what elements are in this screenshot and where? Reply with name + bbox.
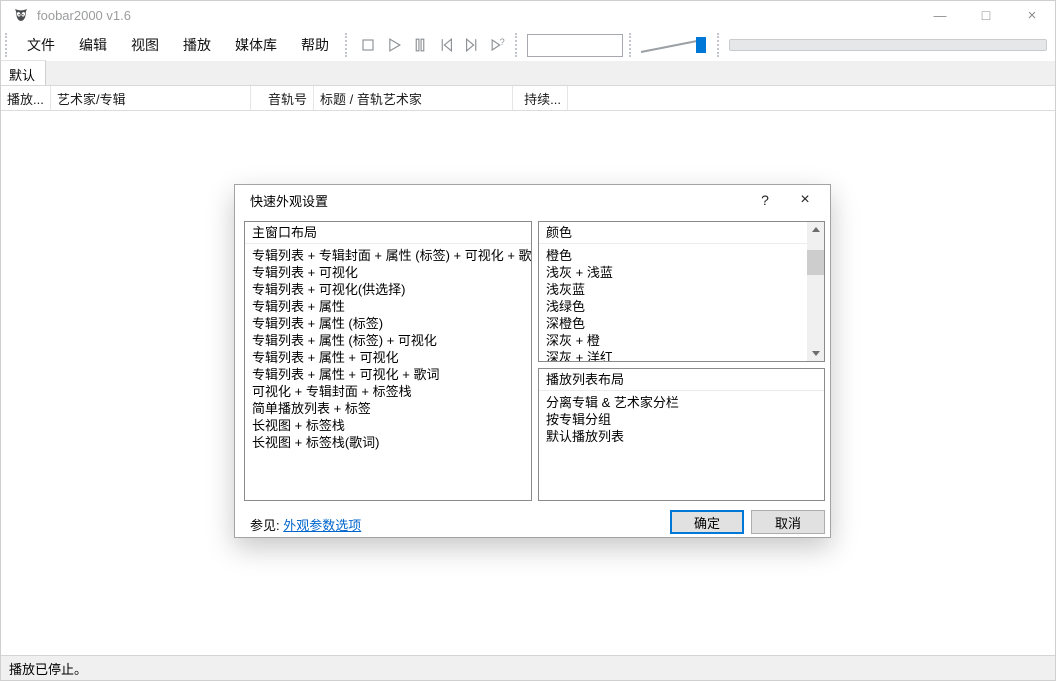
seekbar-drag-handle[interactable] bbox=[717, 33, 721, 57]
menu-view[interactable]: 视图 bbox=[119, 30, 171, 60]
random-icon: ? bbox=[491, 37, 505, 52]
color-scheme-content: 颜色 橙色 浅灰 + 浅蓝 浅灰蓝 浅绿色 深橙色 深灰 + 橙 深灰 + 洋红 bbox=[539, 222, 807, 361]
list-item[interactable]: 深灰 + 洋红 bbox=[539, 349, 807, 361]
dialog-help-button[interactable]: ? bbox=[745, 185, 785, 215]
close-button[interactable]: × bbox=[1009, 1, 1055, 29]
volume-slider-handle bbox=[696, 37, 706, 53]
list-item[interactable]: 专辑列表 + 属性 (标签) + 可视化 bbox=[245, 332, 531, 349]
list-item[interactable]: 长视图 + 标签栈(歌词) bbox=[245, 434, 531, 451]
playlist-layout-header: 播放列表布局 bbox=[539, 369, 824, 391]
color-scheme-header: 颜色 bbox=[539, 222, 807, 244]
list-item[interactable]: 浅灰 + 浅蓝 bbox=[539, 264, 807, 281]
color-scheme-listbox[interactable]: 颜色 橙色 浅灰 + 浅蓝 浅灰蓝 浅绿色 深橙色 深灰 + 橙 深灰 + 洋红 bbox=[538, 221, 825, 362]
play-icon bbox=[389, 38, 401, 52]
list-item[interactable]: 浅绿色 bbox=[539, 298, 807, 315]
svg-text:?: ? bbox=[500, 37, 505, 47]
list-item[interactable]: 专辑列表 + 可视化 bbox=[245, 264, 531, 281]
window-title: foobar2000 v1.6 bbox=[37, 7, 131, 23]
see-also-label: 参见: bbox=[250, 518, 280, 533]
volume-drag-handle[interactable] bbox=[629, 33, 633, 57]
column-track-number[interactable]: 音轨号 bbox=[251, 86, 314, 110]
dialog-close-icon: × bbox=[800, 191, 810, 208]
help-icon: ? bbox=[761, 192, 769, 208]
seekbar[interactable] bbox=[729, 39, 1047, 51]
dialog-title: 快速外观设置 bbox=[250, 193, 329, 209]
ok-button[interactable]: 确定 bbox=[670, 510, 744, 534]
minimize-button[interactable]: — bbox=[917, 1, 963, 29]
scroll-down-icon bbox=[811, 351, 820, 356]
list-item[interactable]: 专辑列表 + 属性 + 可视化 + 歌词 bbox=[245, 366, 531, 383]
list-item[interactable]: 可视化 + 专辑封面 + 标签栈 bbox=[245, 383, 531, 400]
close-icon: × bbox=[1027, 6, 1037, 24]
list-item[interactable]: 专辑列表 + 属性 + 可视化 bbox=[245, 349, 531, 366]
scroll-up-icon bbox=[811, 227, 820, 232]
next-button[interactable] bbox=[459, 32, 485, 58]
column-title-artist[interactable]: 标题 / 音轨艺术家 bbox=[314, 86, 513, 110]
dialog-title-bar: 快速外观设置 ? × bbox=[235, 185, 830, 215]
scrollbar-thumb[interactable] bbox=[807, 250, 824, 275]
list-item[interactable]: 浅灰蓝 bbox=[539, 281, 807, 298]
scroll-up-button[interactable] bbox=[807, 222, 824, 237]
menu-bar: 文件 编辑 视图 播放 媒体库 帮助 bbox=[15, 30, 341, 60]
status-text: 播放已停止。 bbox=[9, 661, 88, 677]
cancel-button[interactable]: 取消 bbox=[751, 510, 825, 534]
previous-icon bbox=[441, 37, 452, 53]
appearance-preferences-link[interactable]: 外观参数选项 bbox=[283, 518, 361, 533]
menu-help[interactable]: 帮助 bbox=[289, 30, 341, 60]
random-button[interactable]: ? bbox=[485, 32, 511, 58]
previous-button[interactable] bbox=[433, 32, 459, 58]
playback-drag-handle[interactable] bbox=[345, 33, 349, 57]
search-drag-handle[interactable] bbox=[515, 33, 519, 57]
main-window: foobar2000 v1.6 — □ × 文件 编辑 视图 播放 媒体库 帮助 bbox=[0, 0, 1056, 681]
list-item[interactable]: 专辑列表 + 属性 (标签) bbox=[245, 315, 531, 332]
playlist-tab-strip: 默认 bbox=[1, 60, 1055, 86]
list-item[interactable]: 橙色 bbox=[539, 247, 807, 264]
playlist-layout-listbox[interactable]: 播放列表布局 分离专辑 & 艺术家分栏 按专辑分组 默认播放列表 bbox=[538, 368, 825, 501]
next-icon bbox=[466, 37, 477, 53]
menu-edit[interactable]: 编辑 bbox=[67, 30, 119, 60]
stop-icon bbox=[362, 39, 374, 51]
volume-slider[interactable] bbox=[639, 33, 713, 57]
list-item[interactable]: 专辑列表 + 属性 bbox=[245, 298, 531, 315]
list-item[interactable]: 专辑列表 + 可视化(供选择) bbox=[245, 281, 531, 298]
menu-playback[interactable]: 播放 bbox=[171, 30, 223, 60]
foobar2000-logo-icon bbox=[15, 9, 27, 21]
column-playing[interactable]: 播放... bbox=[1, 86, 51, 110]
stop-button[interactable] bbox=[355, 32, 381, 58]
status-bar: 播放已停止。 bbox=[1, 655, 1055, 680]
pause-button[interactable] bbox=[407, 32, 433, 58]
dialog-close-button[interactable]: × bbox=[785, 185, 825, 215]
list-item[interactable]: 专辑列表 + 专辑封面 + 属性 (标签) + 可视化 + 歌词 bbox=[245, 247, 531, 264]
playlist-column-headers: 播放... 艺术家/专辑 音轨号 标题 / 音轨艺术家 持续... bbox=[1, 86, 1055, 111]
main-layout-header: 主窗口布局 bbox=[245, 222, 531, 244]
menu-library[interactable]: 媒体库 bbox=[223, 30, 289, 60]
list-item[interactable]: 深灰 + 橙 bbox=[539, 332, 807, 349]
main-layout-listbox[interactable]: 主窗口布局 专辑列表 + 专辑封面 + 属性 (标签) + 可视化 + 歌词 专… bbox=[244, 221, 532, 501]
playback-buttons: ? bbox=[355, 32, 511, 58]
list-item[interactable]: 简单播放列表 + 标签 bbox=[245, 400, 531, 417]
maximize-button[interactable]: □ bbox=[963, 1, 1009, 29]
toolbar: 文件 编辑 视图 播放 媒体库 帮助 ? bbox=[1, 29, 1055, 61]
list-item[interactable]: 长视图 + 标签栈 bbox=[245, 417, 531, 434]
search-input[interactable] bbox=[527, 33, 623, 57]
minimize-icon: — bbox=[933, 7, 947, 23]
list-item[interactable]: 默认播放列表 bbox=[539, 428, 824, 445]
list-item[interactable]: 分离专辑 & 艺术家分栏 bbox=[539, 394, 824, 411]
column-artist-album[interactable]: 艺术家/专辑 bbox=[51, 86, 251, 110]
title-bar: foobar2000 v1.6 — □ × bbox=[1, 1, 1055, 29]
color-scheme-scrollbar[interactable] bbox=[807, 222, 824, 361]
list-item[interactable]: 深橙色 bbox=[539, 315, 807, 332]
play-button[interactable] bbox=[381, 32, 407, 58]
column-filler bbox=[568, 86, 1055, 110]
list-item[interactable]: 按专辑分组 bbox=[539, 411, 824, 428]
column-duration[interactable]: 持续... bbox=[513, 86, 568, 110]
quick-appearance-dialog: 快速外观设置 ? × 主窗口布局 专辑列表 + 专辑封面 + 属性 (标签) +… bbox=[234, 184, 831, 538]
menu-drag-handle[interactable] bbox=[5, 33, 9, 57]
menu-file[interactable]: 文件 bbox=[15, 30, 67, 60]
pause-icon bbox=[415, 38, 425, 52]
see-also: 参见: 外观参数选项 bbox=[250, 515, 361, 534]
tab-default[interactable]: 默认 bbox=[1, 60, 47, 85]
scroll-down-button[interactable] bbox=[807, 346, 824, 361]
maximize-icon: □ bbox=[981, 7, 991, 23]
